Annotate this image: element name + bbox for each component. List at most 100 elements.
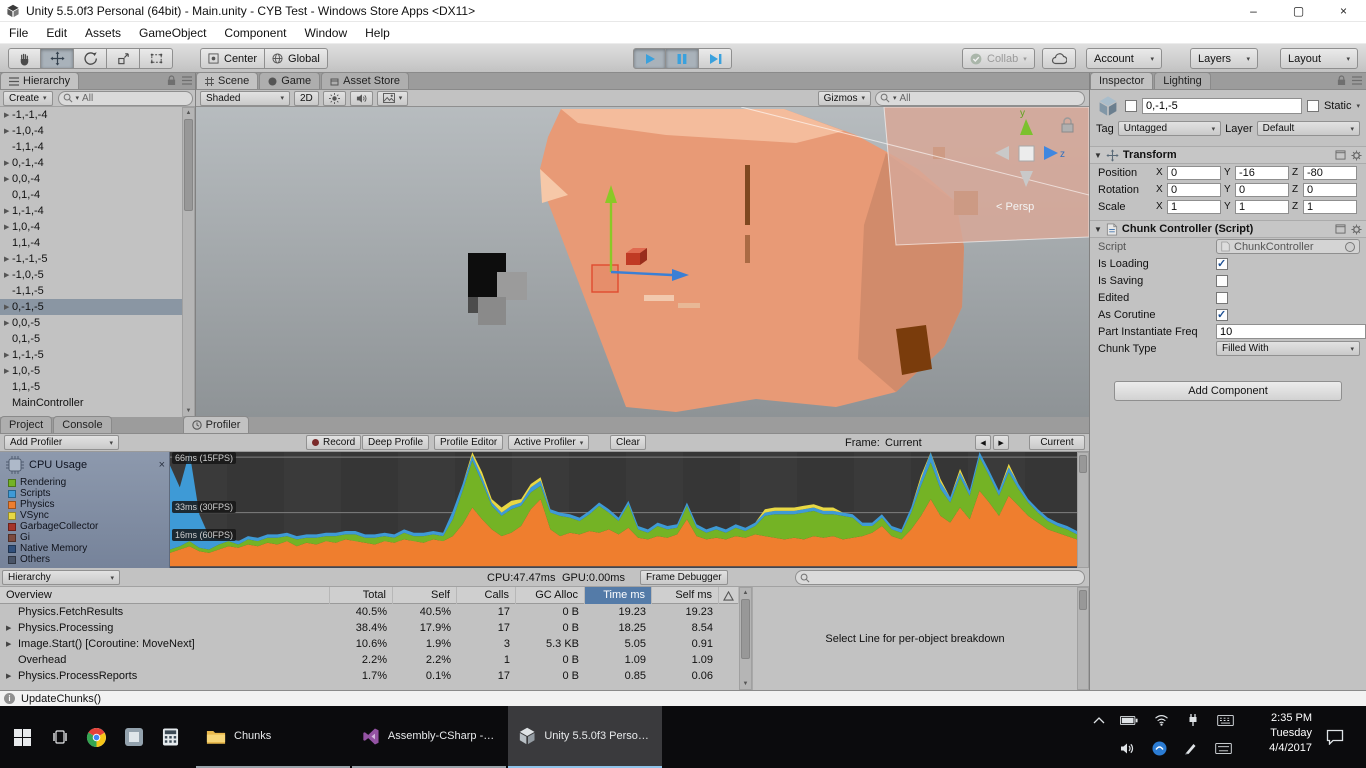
legend-gi[interactable]: Gi — [0, 532, 169, 543]
hierarchy-item[interactable]: ▶-1,-1,-4 — [0, 107, 182, 123]
profiler-search-input[interactable] — [795, 570, 1085, 585]
chunk-controller-header[interactable]: ▼ Chunk Controller (Script) — [1090, 220, 1366, 238]
tab-game[interactable]: Game — [259, 72, 320, 89]
foldout-icon[interactable]: ▶ — [0, 351, 12, 359]
legend-scripts[interactable]: Scripts — [0, 488, 169, 499]
menu-window[interactable]: Window — [295, 22, 356, 44]
tab-project[interactable]: Project — [0, 416, 52, 433]
tab-console[interactable]: Console — [53, 416, 111, 433]
taskbar-app-button[interactable] — [115, 706, 152, 768]
menu-assets[interactable]: Assets — [76, 22, 130, 44]
object-picker-icon[interactable] — [1345, 242, 1355, 252]
column-header-self[interactable]: Self — [393, 587, 457, 604]
hierarchy-item[interactable]: ▶-1,-1,-5 — [0, 251, 182, 267]
2d-toggle[interactable]: 2D — [294, 91, 319, 106]
layout-dropdown[interactable]: Layout▾ — [1280, 48, 1358, 69]
row-foldout-icon[interactable]: ▶ — [6, 640, 15, 648]
foldout-icon[interactable]: ▶ — [0, 111, 12, 119]
legend-vsync[interactable]: VSync — [0, 510, 169, 521]
tab-profiler[interactable]: Profiler — [183, 416, 250, 433]
taskbar-clock[interactable]: 2:35 PM Tuesday 4/4/2017 — [1240, 711, 1312, 756]
deep-profile-button[interactable]: Deep Profile — [362, 435, 429, 450]
prev-frame-button[interactable]: ◀ — [975, 435, 991, 450]
warning-column-header[interactable] — [719, 587, 739, 604]
column-header-gc-alloc[interactable]: GC Alloc — [516, 587, 585, 604]
pan-tool-button[interactable] — [8, 48, 41, 69]
rotate-tool-button[interactable] — [74, 48, 107, 69]
row-foldout-icon[interactable]: ▶ — [6, 624, 15, 632]
profile-editor-button[interactable]: Profile Editor — [434, 435, 503, 450]
move-tool-button[interactable] — [41, 48, 74, 69]
create-dropdown[interactable]: Create▾ — [3, 91, 53, 106]
profiler-row[interactable]: Physics.FetchResults40.5%40.5%170 B19.23… — [0, 604, 739, 620]
column-header-self-ms[interactable]: Self ms — [652, 587, 719, 604]
hierarchy-item[interactable]: ▶0,-1,-4 — [0, 155, 182, 171]
tray-battery-icon[interactable] — [1120, 712, 1138, 728]
help-icon[interactable] — [1335, 224, 1346, 234]
hierarchy-item[interactable]: MainController — [0, 395, 182, 411]
frame-debugger-button[interactable]: Frame Debugger — [640, 570, 728, 585]
maximize-button[interactable]: ▢ — [1276, 0, 1321, 22]
tab-hierarchy[interactable]: Hierarchy — [0, 72, 79, 89]
active-checkbox[interactable] — [1125, 100, 1137, 112]
layer-dropdown[interactable]: Default▾ — [1257, 121, 1360, 136]
lock-icon[interactable] — [167, 75, 176, 86]
checkbox-as-corutine[interactable] — [1216, 309, 1228, 321]
menu-help[interactable]: Help — [356, 22, 399, 44]
rotation-y-field[interactable]: 0 — [1235, 183, 1289, 197]
play-button[interactable] — [633, 48, 666, 69]
position-x-field[interactable]: 0 — [1167, 166, 1221, 180]
foldout-icon[interactable]: ▶ — [0, 207, 12, 215]
tray-app-circle-icon[interactable] — [1150, 740, 1168, 756]
chart-scrollbar[interactable] — [1077, 452, 1089, 568]
cloud-button[interactable] — [1042, 48, 1076, 69]
menu-gameobject[interactable]: GameObject — [130, 22, 215, 44]
foldout-icon[interactable]: ▼ — [1094, 151, 1102, 160]
tray-chevron-icon[interactable] — [1090, 712, 1108, 728]
next-frame-button[interactable]: ▶ — [993, 435, 1009, 450]
cpu-usage-chart[interactable] — [170, 452, 1077, 568]
gameobject-name-field[interactable] — [1142, 98, 1302, 114]
scene-viewport[interactable]: y z < Persp — [196, 107, 1089, 417]
static-dropdown-caret[interactable]: ▾ — [1356, 102, 1360, 110]
foldout-icon[interactable]: ▶ — [0, 175, 12, 183]
persp-label[interactable]: < Persp — [996, 201, 1034, 213]
hierarchy-item[interactable]: ▶0,0,-4 — [0, 171, 182, 187]
hierarchy-item[interactable]: ▶-1,0,-5 — [0, 267, 182, 283]
tab-lighting[interactable]: Lighting — [1154, 72, 1211, 89]
foldout-icon[interactable]: ▶ — [0, 319, 12, 327]
taskbar-chrome-button[interactable] — [78, 706, 115, 768]
hierarchy-item[interactable]: 1,1,-5 — [0, 379, 182, 395]
legend-physics[interactable]: Physics — [0, 499, 169, 510]
legend-native-memory[interactable]: Native Memory — [0, 543, 169, 554]
close-button[interactable]: × — [1321, 0, 1366, 22]
hierarchy-item[interactable]: ▶1,0,-4 — [0, 219, 182, 235]
freq-field[interactable] — [1216, 324, 1366, 339]
scale-x-field[interactable]: 1 — [1167, 200, 1221, 214]
tray-audio-jack-icon[interactable] — [1184, 712, 1202, 728]
table-scrollbar[interactable]: ▲ ▼ — [739, 587, 752, 690]
hierarchy-item[interactable]: -1,1,-4 — [0, 139, 182, 155]
current-frame-button[interactable]: Current — [1029, 435, 1085, 450]
collab-dropdown[interactable]: Collab▾ — [962, 48, 1035, 69]
hierarchy-item[interactable]: ▶1,0,-5 — [0, 363, 182, 379]
record-toggle[interactable]: Record — [306, 435, 361, 450]
static-checkbox[interactable] — [1307, 100, 1319, 112]
script-object-field[interactable]: ChunkController — [1216, 239, 1360, 254]
draw-mode-dropdown[interactable]: Shaded▾ — [200, 91, 290, 106]
audio-toggle[interactable] — [350, 91, 373, 106]
close-icon[interactable]: × — [159, 459, 165, 471]
taskbar-calculator-button[interactable] — [152, 706, 189, 768]
position-z-field[interactable]: -80 — [1303, 166, 1357, 180]
tray-wifi-icon[interactable] — [1152, 712, 1170, 728]
legend-others[interactable]: Others — [0, 554, 169, 565]
hierarchy-scrollbar[interactable]: ▲ ▼ — [182, 107, 195, 417]
profiler-row[interactable]: Overhead2.2%2.2%10 B1.091.09 — [0, 652, 739, 668]
pivot-center-button[interactable]: Center — [200, 48, 265, 69]
hierarchy-item[interactable]: ▶-1,0,-4 — [0, 123, 182, 139]
checkbox-is-saving[interactable] — [1216, 275, 1228, 287]
profiler-row[interactable]: ▶Image.Start() [Coroutine: MoveNext]10.6… — [0, 636, 739, 652]
menu-component[interactable]: Component — [215, 22, 295, 44]
hierarchy-item[interactable]: 0,1,-4 — [0, 187, 182, 203]
task-view-button[interactable] — [41, 706, 78, 768]
